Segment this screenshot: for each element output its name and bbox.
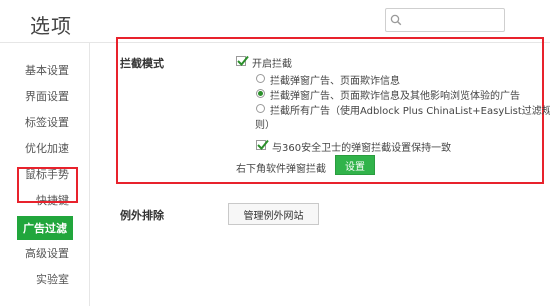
search-input[interactable] (406, 10, 502, 30)
page-title: 选项 (30, 14, 72, 38)
sync-360-label: 与360安全卫士的弹窗拦截设置保持一致 (272, 143, 452, 154)
option-label-3: 拦截所有广告（使用Adblock Plus ChinaList+EasyList… (270, 106, 550, 117)
option-label-3-cont: 则） (255, 120, 275, 131)
enable-block-checkbox[interactable] (236, 55, 249, 66)
exceptions-label: 例外排除 (120, 209, 164, 222)
sidebar-item-advanced[interactable]: 高级设置 (25, 245, 69, 261)
corner-block-label: 右下角软件弹窗拦截 (236, 164, 326, 175)
check-icon (257, 139, 269, 150)
sidebar-item-speedup[interactable]: 优化加速 (25, 140, 69, 156)
manage-exceptions-button[interactable]: 管理例外网站 (228, 203, 319, 225)
block-mode-label: 拦截模式 (120, 57, 164, 70)
corner-settings-button[interactable]: 设置 (335, 155, 375, 175)
option-radio-2[interactable] (256, 89, 265, 98)
option-label-1: 拦截弹窗广告、页面欺诈信息 (270, 76, 400, 87)
option-radio-3[interactable] (256, 104, 265, 113)
search-box[interactable] (385, 8, 505, 32)
check-icon (237, 55, 249, 66)
search-icon (386, 9, 406, 31)
option-radio-1[interactable] (256, 74, 265, 83)
sync-360-checkbox[interactable] (256, 139, 269, 150)
sidebar-item-interface[interactable]: 界面设置 (25, 88, 69, 104)
enable-block-label: 开启拦截 (252, 59, 292, 70)
sidebar-item-lab[interactable]: 实验室 (36, 271, 69, 287)
sidebar-highlight-frame (17, 167, 78, 203)
sidebar-item-adblock[interactable]: 广告过滤 (17, 216, 73, 240)
sidebar-item-tabs[interactable]: 标签设置 (25, 114, 69, 130)
sidebar-item-basic[interactable]: 基本设置 (25, 62, 69, 78)
option-label-2: 拦截弹窗广告、页面欺诈信息及其他影响浏览体验的广告 (270, 91, 520, 102)
